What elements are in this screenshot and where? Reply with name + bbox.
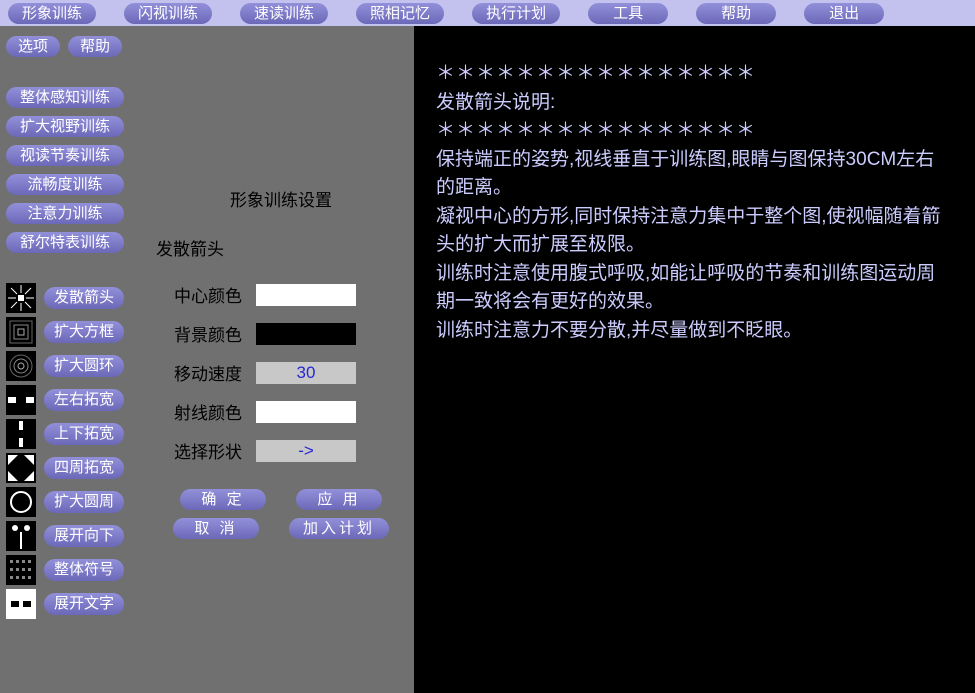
description-line: 训练时注意使用腹式呼吸,如能让呼吸的节奏和训练图运动周期一致将会有更好的效果。 <box>436 260 953 317</box>
sidebar-item-unfold-down[interactable]: 展开向下 <box>6 521 142 551</box>
topnav-speed-reading[interactable]: 速读训练 <box>240 3 328 24</box>
sidebar-item-label: 扩大圆周 <box>44 491 124 513</box>
topnav-exit[interactable]: 退出 <box>804 3 884 24</box>
sidebar-item-label: 扩大方框 <box>44 321 124 343</box>
expand-circle-icon <box>6 487 36 517</box>
sidebar-cat-attention[interactable]: 注意力训练 <box>6 203 124 224</box>
widen-ud-icon <box>6 419 36 449</box>
topnav-execute-plan[interactable]: 执行计划 <box>472 3 560 24</box>
speed-value[interactable]: 30 <box>256 362 356 384</box>
center-color-label: 中心颜色 <box>160 282 242 307</box>
topnav-photo-memory[interactable]: 照相记忆 <box>356 3 444 24</box>
topnav-tools[interactable]: 工具 <box>588 3 668 24</box>
sidebar-item-label: 整体符号 <box>44 559 124 581</box>
sidebar-cat-schulte[interactable]: 舒尔特表训练 <box>6 232 124 253</box>
apply-button[interactable]: 应 用 <box>296 489 382 510</box>
description-line: 保持端正的姿势,视线垂直于训练图,眼睛与图保持30CM左右的距离。 <box>436 146 953 203</box>
widen-lr-icon <box>6 385 36 415</box>
whole-symbol-icon <box>6 555 36 585</box>
sidebar-help-button[interactable]: 帮助 <box>68 36 122 57</box>
sidebar-item-label: 展开文字 <box>44 593 124 615</box>
expand-ring-icon <box>6 351 36 381</box>
sidebar-cat-whole-perception[interactable]: 整体感知训练 <box>6 87 124 108</box>
ray-color-swatch[interactable] <box>256 401 356 423</box>
bg-color-label: 背景颜色 <box>160 321 242 346</box>
add-plan-button[interactable]: 加入计划 <box>289 518 389 539</box>
stars-divider: ＊＊＊＊＊＊＊＊＊＊＊＊＊＊＊＊ <box>436 60 953 89</box>
sidebar-item-widen-lr[interactable]: 左右拓宽 <box>6 385 142 415</box>
sidebar-item-unfold-text[interactable]: 展开文字 <box>6 589 142 619</box>
description-panel: ＊＊＊＊＊＊＊＊＊＊＊＊＊＊＊＊ 发散箭头说明: ＊＊＊＊＊＊＊＊＊＊＊＊＊＊＊… <box>414 26 975 693</box>
sidebar-item-expand-ring[interactable]: 扩大圆环 <box>6 351 142 381</box>
topnav-image-training[interactable]: 形象训练 <box>8 3 96 24</box>
sidebar-item-widen-all[interactable]: 四周拓宽 <box>6 453 142 483</box>
settings-subtitle: 发散箭头 <box>156 235 402 260</box>
expand-box-icon <box>6 317 36 347</box>
bg-color-swatch[interactable] <box>256 323 356 345</box>
widen-all-icon <box>6 453 36 483</box>
sidebar-item-expand-circle[interactable]: 扩大圆周 <box>6 487 142 517</box>
top-nav: 形象训练 闪视训练 速读训练 照相记忆 执行计划 工具 帮助 退出 <box>0 0 975 26</box>
sidebar-item-label: 发散箭头 <box>44 287 124 309</box>
sidebar-cat-reading-rhythm[interactable]: 视读节奏训练 <box>6 145 124 166</box>
sidebar-item-label: 上下拓宽 <box>44 423 124 445</box>
sidebar-item-label: 左右拓宽 <box>44 389 124 411</box>
sidebar-item-label: 扩大圆环 <box>44 355 124 377</box>
center-color-swatch[interactable] <box>256 284 356 306</box>
sidebar-item-widen-ud[interactable]: 上下拓宽 <box>6 419 142 449</box>
unfold-text-icon <box>6 589 36 619</box>
cancel-button[interactable]: 取 消 <box>173 518 259 539</box>
topnav-help[interactable]: 帮助 <box>696 3 776 24</box>
sidebar-item-label: 四周拓宽 <box>44 457 124 479</box>
sidebar-item-diverge-arrows[interactable]: 发散箭头 <box>6 283 142 313</box>
sidebar-cat-expand-vision[interactable]: 扩大视野训练 <box>6 116 124 137</box>
sidebar: 选项 帮助 整体感知训练 扩大视野训练 视读节奏训练 流畅度训练 注意力训练 舒… <box>0 26 148 693</box>
sidebar-item-label: 展开向下 <box>44 525 124 547</box>
left-panel: 选项 帮助 整体感知训练 扩大视野训练 视读节奏训练 流畅度训练 注意力训练 舒… <box>0 26 414 693</box>
sidebar-item-whole-symbol[interactable]: 整体符号 <box>6 555 142 585</box>
sidebar-item-expand-box[interactable]: 扩大方框 <box>6 317 142 347</box>
unfold-down-icon <box>6 521 36 551</box>
stars-divider: ＊＊＊＊＊＊＊＊＊＊＊＊＊＊＊＊ <box>436 117 953 146</box>
ok-button[interactable]: 确 定 <box>180 489 266 510</box>
shape-value[interactable]: -> <box>256 440 356 462</box>
diverge-arrows-icon <box>6 283 36 313</box>
ray-color-label: 射线颜色 <box>160 399 242 424</box>
shape-label: 选择形状 <box>160 438 242 463</box>
topnav-flash-training[interactable]: 闪视训练 <box>124 3 212 24</box>
speed-label: 移动速度 <box>160 360 242 385</box>
sidebar-options-button[interactable]: 选项 <box>6 36 60 57</box>
description-line: 训练时注意力不要分散,并尽量做到不眨眼。 <box>436 317 953 346</box>
settings-title: 形象训练设置 <box>160 186 402 211</box>
sidebar-cat-fluency[interactable]: 流畅度训练 <box>6 174 124 195</box>
settings-panel: 形象训练设置 发散箭头 中心颜色 背景颜色 移动速度 30 射线颜色 选择形状 … <box>148 26 414 693</box>
description-heading: 发散箭头说明: <box>436 89 953 118</box>
description-line: 凝视中心的方形,同时保持注意力集中于整个图,使视幅随着箭头的扩大而扩展至极限。 <box>436 203 953 260</box>
